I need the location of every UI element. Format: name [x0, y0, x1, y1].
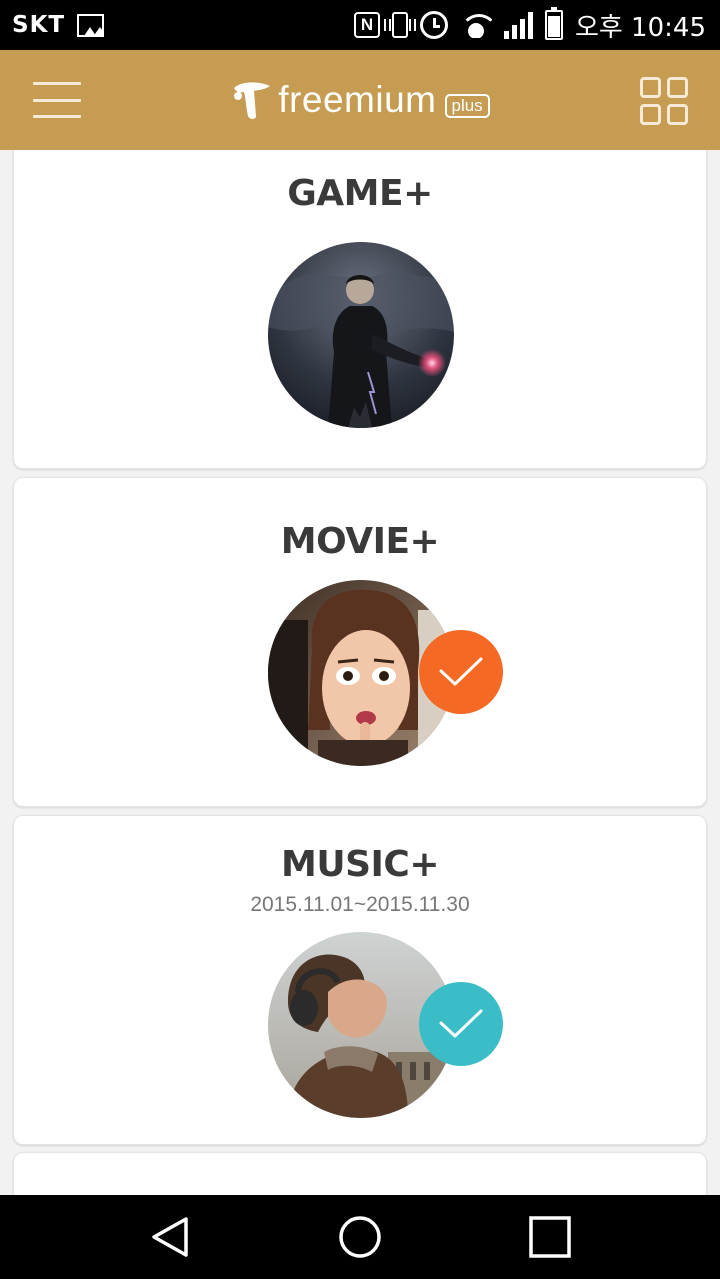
- app-screen: SKT N 오후 10:45 freemium plus GAME+ MOVIE…: [0, 0, 720, 1279]
- card-title: MUSIC+: [281, 844, 439, 885]
- status-bar: SKT N 오후 10:45: [0, 0, 720, 50]
- signal-icon: [503, 11, 533, 39]
- recents-icon[interactable]: [528, 1215, 572, 1259]
- check-icon: [439, 1009, 483, 1038]
- navigation-bar: [0, 1195, 720, 1279]
- music-selected-check[interactable]: [419, 982, 503, 1066]
- clock: 오후 10:45: [574, 12, 706, 43]
- card-game[interactable]: GAME+: [13, 150, 707, 469]
- card-music[interactable]: MUSIC+ 2015.11.01~2015.11.30: [13, 815, 707, 1145]
- check-icon: [439, 657, 483, 686]
- brand-tag: plus: [444, 94, 490, 118]
- app-header: freemium plus: [0, 50, 720, 150]
- card-date-range: 2015.11.01~2015.11.30: [250, 893, 470, 916]
- gallery-icon: [77, 13, 105, 37]
- carrier-label: SKT: [12, 12, 66, 38]
- alarm-icon: [419, 11, 448, 39]
- card-title: GAME+: [287, 173, 433, 214]
- brand-logo: freemium plus: [230, 78, 490, 122]
- card-list: GAME+ MOVIE+ MUSIC+ 2015.11.01~2015.11.3…: [0, 150, 720, 1195]
- menu-icon[interactable]: [33, 82, 81, 118]
- grid-icon[interactable]: [640, 77, 688, 125]
- card-title: MOVIE+: [280, 521, 440, 562]
- t-logo-icon: [234, 82, 271, 119]
- card-movie[interactable]: MOVIE+: [13, 477, 707, 807]
- vibrate-icon: [383, 12, 416, 38]
- brand-name: freemium: [278, 79, 437, 120]
- card-next-partial[interactable]: [13, 1152, 707, 1195]
- wifi-icon: [459, 12, 492, 38]
- battery-icon: [544, 7, 563, 40]
- back-icon[interactable]: [148, 1215, 192, 1259]
- movie-selected-check[interactable]: [419, 630, 503, 714]
- game-thumbnail: [268, 242, 454, 428]
- home-icon[interactable]: [338, 1215, 382, 1259]
- nfc-icon: N: [353, 12, 380, 38]
